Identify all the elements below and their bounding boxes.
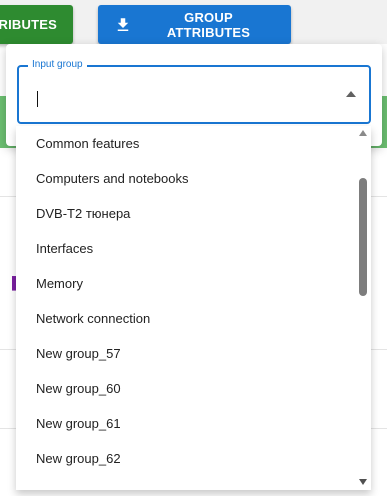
list-item[interactable]: Interfaces: [16, 231, 354, 266]
scroll-up-arrow-icon[interactable]: [359, 130, 367, 136]
dropdown-arrow-icon[interactable]: [346, 91, 356, 97]
download-icon: [117, 17, 129, 31]
attributes-button[interactable]: ATTRIBUTES: [0, 5, 73, 44]
app-screen: ▌ ATTRIBUTES GROUP ATTRIBUTES Input grou…: [0, 0, 387, 496]
text-cursor: [37, 91, 38, 107]
scroll-down-arrow-icon[interactable]: [359, 479, 367, 485]
group-attributes-button[interactable]: GROUP ATTRIBUTES: [98, 5, 291, 44]
attributes-button-label: ATTRIBUTES: [0, 17, 57, 32]
list-item[interactable]: New group_61: [16, 406, 354, 441]
list-item[interactable]: Common features: [16, 126, 354, 161]
input-group-field[interactable]: Input group: [17, 59, 371, 124]
list-item[interactable]: Memory: [16, 266, 354, 301]
input-group-label: Input group: [28, 59, 87, 71]
input-group-options-list: Common features Computers and notebooks …: [16, 126, 371, 490]
list-item[interactable]: New group_62: [16, 441, 354, 476]
group-attributes-button-label: GROUP ATTRIBUTES: [166, 9, 251, 40]
list-item[interactable]: Network connection: [16, 301, 354, 336]
list-item[interactable]: Computers and notebooks: [16, 161, 354, 196]
list-item[interactable]: New group_57: [16, 336, 354, 371]
scrollbar-thumb[interactable]: [359, 178, 367, 296]
options-scrollbar[interactable]: [355, 126, 371, 490]
list-item[interactable]: DVB-T2 тюнера: [16, 196, 354, 231]
input-group-input[interactable]: [27, 81, 327, 109]
list-item[interactable]: New group_60: [16, 371, 354, 406]
